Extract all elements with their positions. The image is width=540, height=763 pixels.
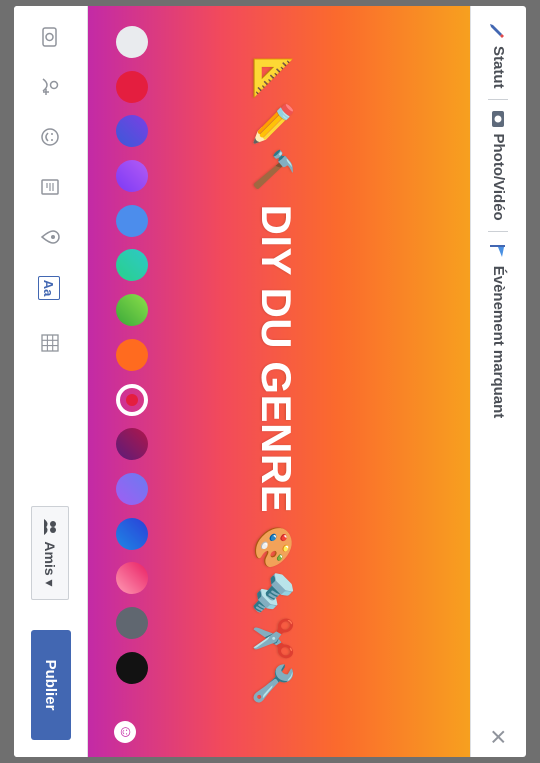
swatch-orange[interactable] (116, 338, 148, 371)
location-icon[interactable] (35, 222, 65, 252)
post-text-body: DIY DU GENRE (253, 204, 300, 514)
swatch-selected-red[interactable] (116, 383, 148, 416)
swatch-teal[interactable] (116, 249, 148, 282)
swatch-purple-blue[interactable] (116, 115, 148, 148)
swatch-red[interactable] (116, 70, 148, 103)
emoji-tools-left: 📐✏️🔨 (253, 56, 295, 193)
tab-divider (488, 230, 509, 232)
swatch-green[interactable] (116, 294, 148, 327)
grid-icon[interactable] (35, 328, 65, 358)
screen: Statut Photo/Vidéo Évènement marquant × … (0, 0, 540, 763)
close-icon[interactable]: × (483, 729, 514, 745)
background-swatches (110, 26, 154, 757)
tab-statut[interactable]: Statut (490, 22, 508, 89)
background-canvas[interactable]: 📐✏️🔨 DIY DU GENRE 🎨🔩✂️🔧 ☺ (88, 6, 470, 757)
post-text[interactable]: 📐✏️🔨 DIY DU GENRE 🎨🔩✂️🔧 (252, 6, 300, 757)
tab-life-event-label: Évènement marquant (490, 265, 507, 419)
swatch-blue[interactable] (116, 204, 148, 237)
composer-toolbar: Aa Amis ▾ Publier (14, 6, 88, 757)
post-composer: Statut Photo/Vidéo Évènement marquant × … (14, 6, 526, 757)
tab-life-event[interactable]: Évènement marquant (490, 242, 508, 419)
swatch-pink[interactable] (116, 562, 148, 595)
swatch-blue-purple[interactable] (116, 472, 148, 505)
audience-label: Amis ▾ (42, 541, 59, 587)
tab-photo-video-label: Photo/Vidéo (490, 133, 507, 221)
swatch-gray[interactable] (116, 606, 148, 639)
swatch-white[interactable] (116, 26, 148, 58)
emoji-tools-right: 🎨🔩✂️🔧 (253, 525, 295, 707)
friends-icon (43, 519, 57, 536)
swatch-black[interactable] (116, 651, 148, 684)
swatch-maroon[interactable] (116, 428, 148, 461)
photo-icon (490, 110, 508, 128)
tag-people-icon[interactable] (35, 72, 65, 102)
text-style-icon[interactable]: Aa (38, 276, 60, 300)
publish-button[interactable]: Publier (31, 630, 71, 740)
swatch-purple[interactable] (116, 160, 148, 193)
tab-divider (488, 98, 509, 100)
composer-tabs: Statut Photo/Vidéo Évènement marquant × (470, 6, 526, 757)
pencil-icon (490, 22, 508, 40)
tab-photo-video[interactable]: Photo/Vidéo (490, 110, 508, 221)
audience-selector[interactable]: Amis ▾ (31, 506, 69, 600)
tab-statut-label: Statut (490, 46, 507, 89)
camera-icon[interactable] (35, 22, 65, 52)
checkin-icon[interactable] (35, 172, 65, 202)
flag-icon (490, 242, 508, 260)
swatch-navy[interactable] (116, 517, 148, 550)
feeling-icon[interactable] (35, 122, 65, 152)
